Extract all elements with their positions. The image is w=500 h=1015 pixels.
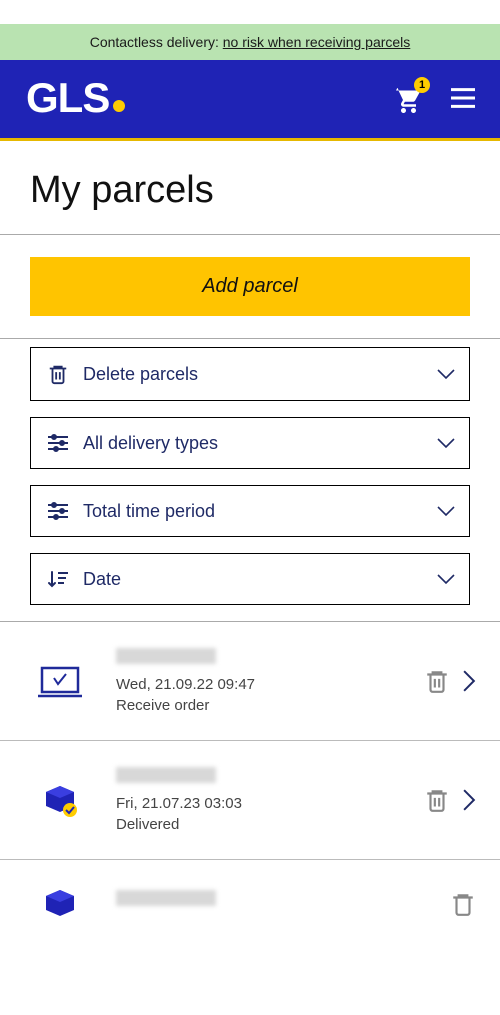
- chevron-right-icon: [462, 789, 476, 811]
- parcel-date: Wed, 21.09.22 09:47: [116, 676, 424, 693]
- parcel-date: Fri, 21.07.23 03:03: [116, 795, 424, 812]
- banner-prefix: Contactless delivery:: [90, 34, 223, 50]
- parcel-id-redacted: [116, 648, 216, 664]
- sort-icon: [45, 568, 71, 590]
- delete-parcel-button[interactable]: [424, 786, 450, 814]
- cart-button[interactable]: 1: [390, 83, 422, 113]
- filter-delivery-types[interactable]: All delivery types: [30, 417, 470, 469]
- filter-sort-date[interactable]: Date: [30, 553, 470, 605]
- box-delivered-icon: [24, 782, 96, 818]
- parcel-row[interactable]: Fri, 21.07.23 03:03 Delivered: [0, 741, 500, 860]
- chevron-down-icon: [437, 505, 455, 517]
- app-header: GLS 1: [0, 60, 500, 141]
- trash-icon: [424, 667, 450, 695]
- filter-delete-parcels[interactable]: Delete parcels: [30, 347, 470, 401]
- parcel-open-button[interactable]: [462, 670, 476, 692]
- chevron-down-icon: [437, 368, 455, 380]
- parcel-row[interactable]: [0, 860, 500, 922]
- trash-icon: [450, 890, 476, 918]
- parcel-id-redacted: [116, 890, 216, 906]
- logo[interactable]: GLS: [26, 74, 390, 122]
- cart-badge: 1: [414, 77, 430, 93]
- parcel-open-button[interactable]: [462, 789, 476, 811]
- sliders-icon: [45, 500, 71, 522]
- trash-icon: [45, 362, 71, 386]
- filter-label: Date: [83, 569, 437, 590]
- chevron-down-icon: [437, 437, 455, 449]
- filter-label: Delete parcels: [83, 364, 437, 385]
- parcel-content: [96, 890, 450, 918]
- parcel-status: Delivered: [116, 816, 424, 833]
- logo-text: GLS: [26, 74, 109, 122]
- parcel-content: Fri, 21.07.23 03:03 Delivered: [96, 767, 424, 833]
- parcel-status: Receive order: [116, 697, 424, 714]
- sliders-icon: [45, 432, 71, 454]
- logo-dot: [113, 100, 125, 112]
- monitor-check-icon: [24, 662, 96, 700]
- hamburger-icon: [448, 86, 478, 110]
- box-icon: [24, 886, 96, 922]
- add-parcel-button[interactable]: Add parcel: [30, 257, 470, 316]
- banner-link[interactable]: no risk when receiving parcels: [223, 34, 411, 50]
- menu-button[interactable]: [448, 86, 478, 110]
- chevron-right-icon: [462, 670, 476, 692]
- delete-parcel-button[interactable]: [424, 667, 450, 695]
- filter-time-period[interactable]: Total time period: [30, 485, 470, 537]
- parcel-id-redacted: [116, 767, 216, 783]
- chevron-down-icon: [437, 573, 455, 585]
- divider: [0, 234, 500, 235]
- page-title: My parcels: [0, 141, 500, 234]
- divider: [0, 338, 500, 339]
- filters-section: Delete parcels All delivery types Total …: [0, 347, 500, 605]
- info-banner[interactable]: Contactless delivery: no risk when recei…: [0, 24, 500, 60]
- filter-label: Total time period: [83, 501, 437, 522]
- trash-icon: [424, 786, 450, 814]
- parcel-content: Wed, 21.09.22 09:47 Receive order: [96, 648, 424, 714]
- delete-parcel-button[interactable]: [450, 890, 476, 918]
- filter-label: All delivery types: [83, 433, 437, 454]
- parcel-row[interactable]: Wed, 21.09.22 09:47 Receive order: [0, 622, 500, 741]
